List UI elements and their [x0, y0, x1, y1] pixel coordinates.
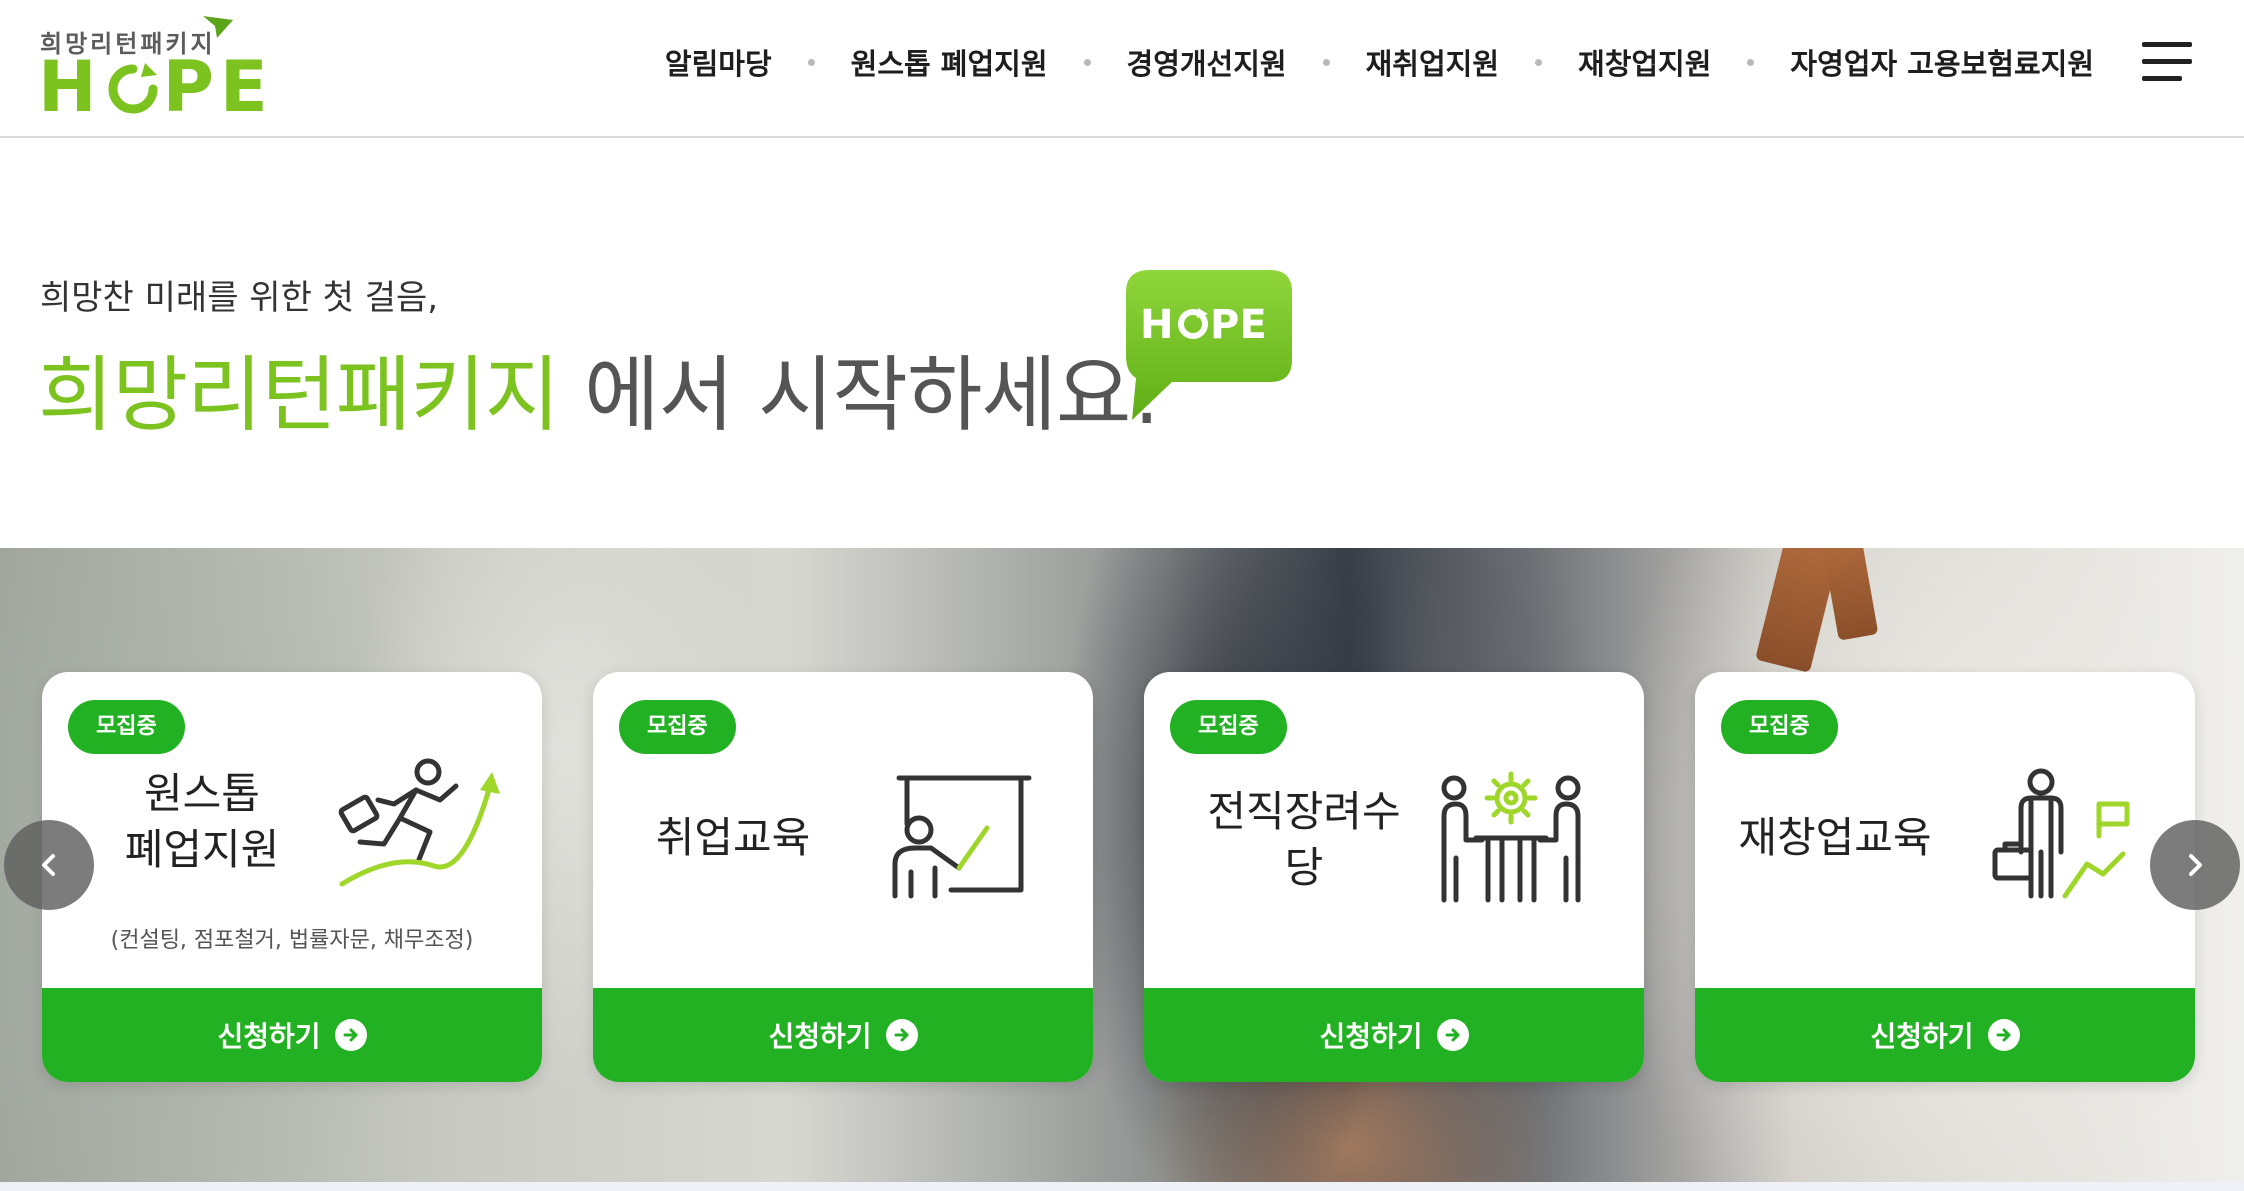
running-businessman-icon — [338, 758, 500, 887]
nav-item-notice[interactable]: 알림마당 — [665, 41, 772, 83]
nav-item-restart-business-support[interactable]: 재창업지원 — [1578, 41, 1711, 83]
nav-separator — [1083, 58, 1091, 66]
arrow-right-icon — [1987, 1019, 2020, 1051]
card-title: 재창업교육 — [1738, 813, 1932, 862]
site-header: 희망리턴패키지 H PE 알림마당 원스톱 폐업지원 경영개선지원 재취업지원 … — [0, 0, 2244, 138]
nav-item-reemployment-support[interactable]: 재취업지원 — [1366, 41, 1499, 83]
status-badge: 모집중 — [619, 700, 736, 754]
status-badge: 모집중 — [68, 700, 185, 754]
bubble-letters-pe: PE — [1210, 302, 1267, 348]
slider-prev-button[interactable] — [4, 820, 94, 910]
hero-headline: 희망리턴패키지 에서 시작하세요! — [38, 328, 1163, 447]
logo-wordmark: H PE — [38, 52, 274, 122]
nav-separator — [807, 58, 815, 66]
nav-item-management-support[interactable]: 경영개선지원 — [1127, 41, 1287, 83]
program-card-closure[interactable]: 모집중 원스톱 폐업지원 (컨설팅, 점포철거, 법률자문, 채무조정) 신청하… — [42, 672, 542, 1082]
arrow-right-icon — [334, 1019, 367, 1051]
apply-button-label: 신청하기 — [768, 1020, 872, 1053]
presentation-board-icon — [892, 775, 1032, 899]
bubble-letter-h: H — [1140, 302, 1173, 348]
arrow-right-icon — [1436, 1019, 1469, 1051]
hero-headline-accent: 희망리턴패키지 — [38, 348, 560, 443]
chevron-left-icon — [42, 854, 55, 876]
status-badge: 모집중 — [1721, 700, 1838, 754]
page-bottom-strip — [0, 1182, 2244, 1191]
card-title: 원스톱 폐업지원 — [124, 769, 280, 874]
apply-button[interactable]: 신청하기 — [1695, 988, 2195, 1082]
nav-separator — [1535, 58, 1543, 66]
program-card-employment-education[interactable]: 모집중 취업교육 신청하기 — [593, 672, 1093, 1082]
apply-button-label: 신청하기 — [217, 1020, 321, 1053]
nav-separator — [1747, 58, 1755, 66]
apply-button[interactable]: 신청하기 — [42, 988, 542, 1082]
apply-button-label: 신청하기 — [1870, 1020, 1974, 1053]
hamburger-icon[interactable] — [2142, 40, 2192, 84]
logo-flag-icon — [203, 16, 233, 38]
status-badge: 모집중 — [1170, 700, 1287, 754]
logo-letter-h: H — [38, 46, 103, 128]
businessman-flag-icon — [1992, 768, 2130, 899]
card-title: 취업교육 — [655, 813, 811, 862]
hope-speech-bubble-icon: H PE — [1126, 270, 1292, 420]
apron-strap-right — [1821, 548, 1879, 641]
program-card-restart-business-education[interactable]: 모집중 재창업교육 신청하기 — [1695, 672, 2195, 1082]
logo-letters-pe: PE — [162, 46, 274, 128]
slider-next-button[interactable] — [2150, 820, 2240, 910]
card-title: 전직장려수 당 — [1207, 787, 1401, 892]
meeting-gear-icon — [1441, 771, 1581, 903]
nav-separator — [1322, 58, 1330, 66]
program-card-career-change-allowance[interactable]: 모집중 전직장려수 당 신청하기 — [1144, 672, 1644, 1082]
apply-button[interactable]: 신청하기 — [593, 988, 1093, 1082]
hero-headline-rest: 에서 시작하세요! — [559, 348, 1163, 443]
nav-item-insurance-support[interactable]: 자영업자 고용보험료지원 — [1790, 41, 2094, 83]
chevron-right-icon — [2189, 854, 2202, 876]
logo-refresh-o-icon — [108, 63, 158, 114]
apply-button[interactable]: 신청하기 — [1144, 988, 1644, 1082]
apply-button-label: 신청하기 — [1319, 1020, 1423, 1053]
site-logo[interactable]: 희망리턴패키지 H PE — [38, 14, 268, 124]
hero-tagline: 희망찬 미래를 위한 첫 걸음, — [40, 278, 439, 318]
nav-item-closure-support[interactable]: 원스톱 폐업지원 — [851, 41, 1048, 83]
arrow-right-icon — [885, 1019, 918, 1051]
card-note: (컨설팅, 점포철거, 법률자문, 채무조정) — [110, 928, 474, 953]
main-nav: 알림마당 원스톱 폐업지원 경영개선지원 재취업지원 재창업지원 자영업자 고용… — [665, 38, 2094, 86]
